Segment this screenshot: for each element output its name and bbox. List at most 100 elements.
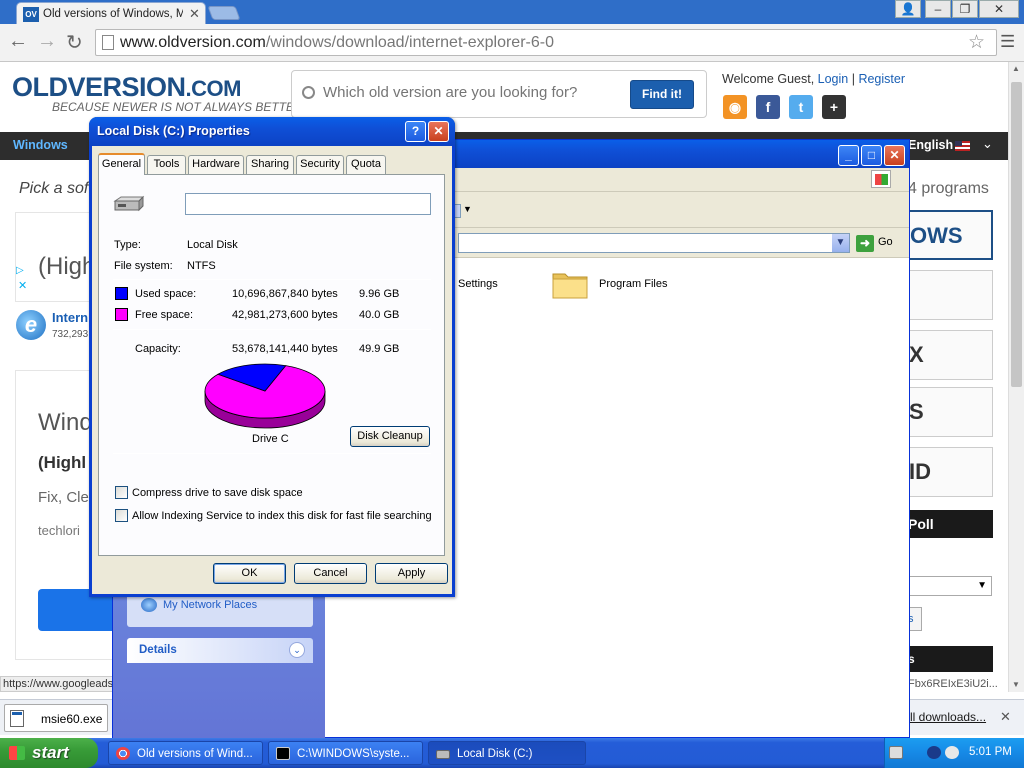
taskbar-item-cmd[interactable]: C:\WINDOWS\syste... [268,741,423,765]
apply-button[interactable]: Apply [375,563,448,584]
new-tab-button[interactable] [207,6,241,20]
compress-checkbox[interactable] [115,486,128,499]
windows-flag-icon [9,746,25,760]
go-button-label[interactable]: Go [878,236,893,248]
capacity-bytes: 53,678,141,440 bytes [232,343,338,355]
reload-icon[interactable]: ↻ [66,30,83,55]
scroll-down-icon[interactable]: ▼ [1012,680,1020,689]
forward-icon[interactable]: → [37,30,57,53]
ok-button[interactable]: OK [213,563,286,584]
twitter-icon[interactable]: t [789,95,813,119]
minimize-icon[interactable]: – [925,0,951,18]
language-selector[interactable]: English [908,138,953,152]
minimize-icon[interactable]: _ [838,145,859,166]
taskbar-item-chrome[interactable]: Old versions of Wind... [108,741,263,765]
free-space-swatch [115,308,128,321]
download-shelf-close-icon[interactable]: ✕ [1000,709,1011,725]
tab-sharing[interactable]: Sharing [246,155,294,174]
rss-icon[interactable]: ◉ [723,95,747,119]
drive-label-input[interactable] [185,193,431,215]
address-dropdown-icon[interactable]: ▼ [832,234,849,252]
scroll-up-icon[interactable]: ▲ [1012,64,1020,73]
keyboard-icon[interactable] [889,746,903,759]
network-icon[interactable] [927,746,941,759]
search-input[interactable] [323,84,623,101]
network-places-link[interactable]: My Network Places [163,599,257,611]
nav-chevron-icon[interactable]: ⌄ [982,136,993,152]
site-search: Find it! [291,70,707,118]
bookmark-star-icon[interactable]: ☆ [968,31,985,54]
ad-text: (High [38,253,96,280]
menu-icon[interactable]: ☰ [1000,32,1015,52]
details-panel-header[interactable]: Details ⌄ [127,638,313,663]
folder-icon[interactable] [551,268,589,300]
tab-quota[interactable]: Quota [346,155,386,174]
address-field[interactable]: ▼ [458,233,850,253]
network-places-icon [141,598,157,612]
poll-button[interactable]: s [908,607,922,631]
nav-windows[interactable]: Windows [13,138,68,152]
address-bar[interactable]: www.oldversion.com/windows/download/inte… [95,29,997,56]
window-close-icon[interactable]: ✕ [979,0,1019,18]
tab-title: Old versions of Windows, Ma [43,8,183,20]
poll-header: Poll [908,510,993,538]
register-link[interactable]: Register [858,72,905,86]
volume-icon[interactable] [945,746,959,759]
ad-close-icon[interactable]: ✕ [18,279,27,292]
poll-select[interactable]: ▼ [908,576,992,596]
ad-source: techlori [38,523,80,538]
close-icon[interactable]: ✕ [428,121,449,142]
help-icon[interactable]: ? [405,121,426,142]
maximize-icon[interactable]: □ [861,145,882,166]
facebook-icon[interactable]: f [756,95,780,119]
find-button[interactable]: Find it! [630,80,694,109]
page-scrollbar[interactable]: ▲ ▼ [1008,62,1024,692]
indexing-label[interactable]: Allow Indexing Service to index this dis… [132,510,432,522]
taskbar-item-local-disk[interactable]: Local Disk (C:) [428,741,586,765]
folder-label[interactable]: Settings [458,278,498,290]
site-logo[interactable]: OLDVERSION.COM [12,72,241,103]
dialog-titlebar[interactable]: Local Disk (C:) Properties ? ✕ [89,117,455,146]
profile-icon[interactable]: 👤 [895,0,921,18]
category-windows[interactable]: OWS [908,210,993,260]
tab-general[interactable]: General [98,153,145,175]
disk-cleanup-button[interactable]: Disk Cleanup [350,426,430,447]
download-filename: msie60.exe [41,712,103,726]
indexing-checkbox[interactable] [115,509,128,522]
download-item[interactable]: msie60.exe [4,704,108,732]
category-box[interactable]: X [908,330,993,380]
clock[interactable]: 5:01 PM [969,746,1012,758]
adchoices-icon[interactable]: ▷ [16,265,24,276]
browser-toolbar: ← → ↻ www.oldversion.com/windows/downloa… [0,24,1024,62]
scrollbar-thumb[interactable] [1011,82,1022,387]
category-box[interactable]: S [908,387,993,437]
tab-close-icon[interactable]: ✕ [189,6,200,22]
folder-label[interactable]: Program Files [599,278,667,290]
tab-hardware[interactable]: Hardware [188,155,244,174]
login-link[interactable]: Login [818,72,849,86]
cancel-button[interactable]: Cancel [294,563,367,584]
start-button[interactable]: start [0,738,98,768]
expand-chevron-icon[interactable]: ⌄ [289,642,305,658]
browser-tab[interactable]: OV Old versions of Windows, Ma ✕ [16,2,206,26]
free-space-bytes: 42,981,273,600 bytes [232,309,338,321]
compress-label[interactable]: Compress drive to save disk space [132,487,303,499]
category-box[interactable] [908,270,993,320]
views-dropdown-icon[interactable]: ▼ [463,204,472,214]
used-space-label: Used space: [135,288,197,300]
category-box[interactable]: ID [908,447,993,497]
disk-properties-dialog: Local Disk (C:) Properties ? ✕ General T… [89,117,455,597]
back-icon[interactable]: ← [8,30,28,53]
drive-icon [436,750,450,759]
tab-tools[interactable]: Tools [147,155,186,174]
close-icon[interactable]: ✕ [884,145,905,166]
restore-icon[interactable]: ❐ [952,0,978,18]
status-text: Fbx6REIxE3iU2i... [908,678,998,690]
go-arrow-icon[interactable]: ➜ [856,235,874,252]
program-title[interactable]: Intern [52,310,88,325]
hard-drive-icon [113,195,145,212]
separator [113,453,431,454]
show-all-downloads-link[interactable]: ll downloads... [910,710,986,724]
google-plus-icon[interactable]: + [822,95,846,119]
tab-security[interactable]: Security [296,155,344,174]
